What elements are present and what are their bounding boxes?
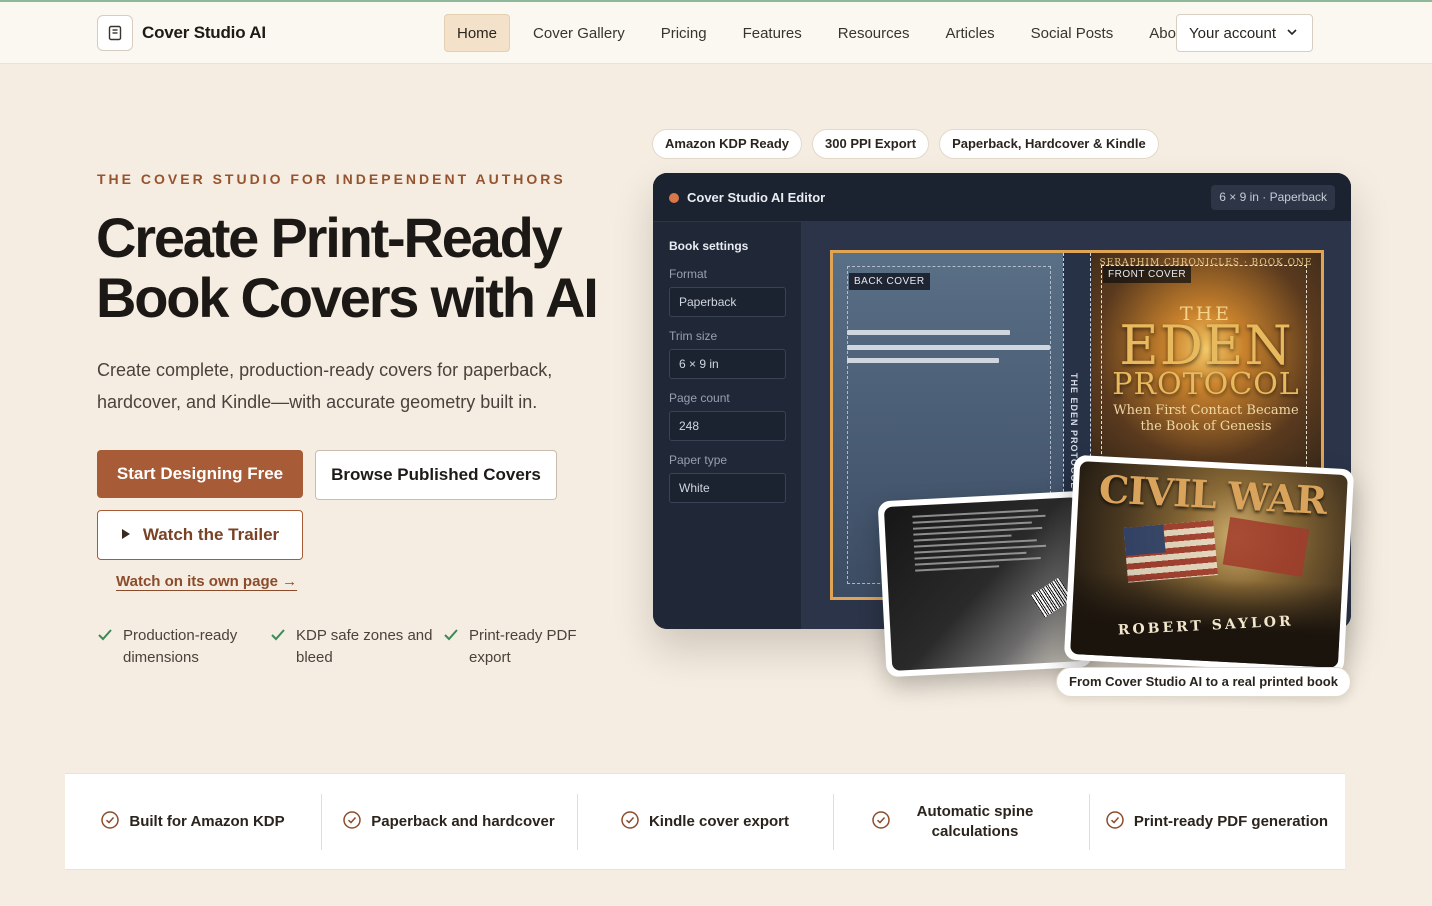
format-field[interactable]: Paperback [669,287,786,317]
brand[interactable]: Cover Studio AI [97,15,266,51]
check-circle-icon [872,810,890,833]
pill-kdp-ready: Amazon KDP Ready [652,129,803,159]
top-navigation: Cover Studio AI Home Cover Gallery Prici… [0,2,1432,64]
feature-item: Production-ready dimensions [97,625,270,669]
watch-trailer-label: Watch the Trailer [142,525,280,544]
text-placeholder-line [847,330,1010,335]
front-cover-tag: FRONT COVER [1103,266,1192,283]
format-label: Format [669,267,708,281]
hero-features: Production-ready dimensions KDP safe zon… [97,625,616,669]
nav-links: Home Cover Gallery Pricing Features Reso… [444,14,1211,52]
check-icon [443,628,459,647]
feature-label: KDP safe zones and bleed [296,627,433,666]
nav-link-home[interactable]: Home [444,14,511,52]
benefit-label: Automatic spine calculations [916,802,1034,840]
hero-title: Create Print-Ready Book Covers with AI [96,206,599,329]
pill-formats: Paperback, Hardcover & Kindle [939,129,1159,159]
page-count-field[interactable]: 248 [669,411,786,441]
benefits-strip: Built for Amazon KDP Paperback and hardc… [65,773,1345,870]
check-circle-icon [101,810,120,833]
feature-label: Print-ready PDF export [469,627,577,666]
chevron-down-icon [1286,25,1298,43]
text-placeholder-line [847,345,1050,350]
pill-ppi-export: 300 PPI Export [812,129,930,159]
check-circle-icon [621,810,639,833]
watch-trailer-button[interactable]: Watch the Trailer [97,510,303,560]
benefit-label: Paperback and hardcover [371,812,555,830]
benefit-item: Automatic spine calculations [833,774,1089,869]
check-circle-icon [1106,810,1124,833]
trim-size-label: Trim size [669,329,718,343]
browse-covers-button[interactable]: Browse Published Covers [315,450,557,500]
book-settings-panel: Book settings Format Paperback Trim size… [653,222,802,629]
check-icon [270,628,286,647]
page-count-label: Page count [669,391,730,405]
start-designing-button[interactable]: Start Designing Free [97,450,303,498]
play-icon [121,525,131,545]
benefit-item: Kindle cover export [577,774,833,869]
brand-name: Cover Studio AI [142,23,266,42]
account-label: Your account [1189,24,1277,42]
nav-link-resources[interactable]: Resources [825,14,923,52]
benefit-label: Print-ready PDF generation [1133,812,1329,830]
benefit-label: Built for Amazon KDP [129,812,285,830]
settings-title: Book settings [669,239,749,253]
nav-link-social-posts[interactable]: Social Posts [1018,14,1127,52]
printed-book-back-photo [877,490,1093,678]
paper-type-field[interactable]: White [669,473,786,503]
hero-subtitle: Create complete, production-ready covers… [97,360,553,412]
check-icon [97,628,113,647]
front-photo-image: CIVIL WAR ROBERT SAYLOR [1070,461,1348,668]
editor-header: Cover Studio AI Editor 6 × 9 in · Paperb… [653,173,1351,222]
feature-item: Print-ready PDF export [443,625,616,669]
feature-label: Production-ready dimensions [123,627,238,666]
nav-link-articles[interactable]: Articles [932,14,1007,52]
nav-link-features[interactable]: Features [730,14,815,52]
book-logo-icon [97,15,133,51]
benefit-item: Print-ready PDF generation [1089,774,1345,869]
back-text-lines [912,508,1055,575]
hero-eyebrow: THE COVER STUDIO FOR INDEPENDENT AUTHORS [97,171,566,187]
nav-link-cover-gallery[interactable]: Cover Gallery [520,14,638,52]
nav-link-pricing[interactable]: Pricing [648,14,720,52]
paper-type-label: Paper type [669,453,728,467]
feature-pills: Amazon KDP Ready 300 PPI Export Paperbac… [652,129,1159,159]
text-placeholder-line [847,358,999,363]
flag-illustration [1222,516,1310,577]
benefit-label: Kindle cover export [648,812,790,830]
status-dot [669,193,679,203]
account-menu-button[interactable]: Your account [1176,14,1313,52]
printed-book-front-photo: CIVIL WAR ROBERT SAYLOR [1063,454,1355,675]
benefit-item: Paperback and hardcover [321,774,577,869]
benefit-item: Built for Amazon KDP [65,774,321,869]
back-cover-tag: BACK COVER [849,273,930,290]
check-circle-icon [343,810,362,833]
trim-size-field[interactable]: 6 × 9 in [669,349,786,379]
printed-book-caption: From Cover Studio AI to a real printed b… [1056,667,1351,697]
editor-title: Cover Studio AI Editor [687,190,826,205]
trim-badge: 6 × 9 in · Paperback [1211,185,1335,210]
feature-item: KDP safe zones and bleed [270,625,443,669]
printed-book-title: CIVIL WAR [1097,466,1328,524]
watch-own-page-link[interactable]: Watch on its own page → [116,573,297,590]
back-photo-image [883,497,1087,671]
